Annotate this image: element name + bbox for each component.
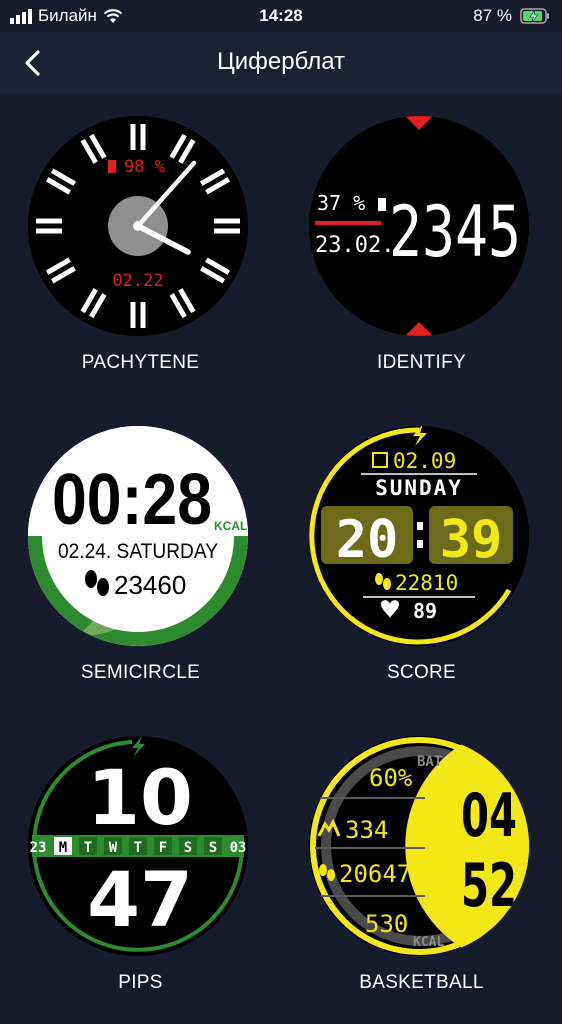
kcal-label: KCAL bbox=[214, 519, 247, 533]
hour-marker bbox=[130, 302, 136, 328]
watch-face-preview: BAT 60% 334 20647 530 KCAL 04 52 bbox=[309, 736, 529, 956]
watch-face-name: SEMICIRCLE bbox=[80, 662, 201, 683]
watch-face-name: IDENTIFY bbox=[377, 352, 466, 373]
weekday-label: 23 bbox=[30, 840, 47, 856]
weekday-label: W bbox=[109, 840, 118, 856]
page-title: Циферблат bbox=[216, 48, 346, 75]
weekday-label: S bbox=[209, 840, 217, 856]
navigation-bar: Циферблат bbox=[0, 32, 562, 94]
battery-level: 60% bbox=[369, 764, 413, 792]
hour-marker bbox=[140, 302, 146, 328]
weekday-label: M bbox=[59, 840, 67, 856]
minutes-digits: 39 bbox=[440, 510, 503, 570]
analog-dial: 98 % 02.22 bbox=[28, 116, 248, 336]
weekday-labels: 23 M T W T F S S 03 bbox=[30, 837, 247, 856]
watch-face-card-semicircle[interactable]: 00:28 KCAL 02.24. SATURDAY 23460 SEMICIR… bbox=[0, 404, 281, 714]
watch-face-preview: 37 % 23.02. 2345 bbox=[309, 116, 529, 336]
date-text: 02.09 bbox=[393, 449, 456, 473]
minutes-digits: 52 bbox=[461, 851, 517, 921]
weekday-label: S bbox=[184, 840, 192, 856]
battery-percent: 87 % bbox=[473, 6, 512, 25]
watch-face-name: PACHYTENE bbox=[81, 352, 200, 373]
hour-marker bbox=[214, 218, 240, 224]
watch-face-card-identify[interactable]: 37 % 23.02. 2345 IDENTIFY bbox=[281, 94, 562, 404]
steps-count: 20647 bbox=[339, 860, 411, 888]
status-bar: Билайн 14:28 87 % bbox=[0, 0, 562, 32]
steps-count: 22810 bbox=[395, 571, 458, 595]
battery-icon bbox=[108, 160, 116, 173]
floors-count: 334 bbox=[345, 816, 388, 844]
watch-face-card-pips[interactable]: 10 23 M T W T F S S 03 47 PIPS bbox=[0, 714, 281, 1024]
battery-level: 37 % bbox=[317, 191, 365, 215]
weekday-label: F bbox=[159, 840, 167, 856]
watch-face-name: PIPS bbox=[118, 972, 163, 993]
heart-rate: 89 bbox=[413, 599, 437, 623]
time-digits: 00:28 bbox=[52, 460, 212, 540]
day-of-week: SUNDAY bbox=[375, 476, 463, 500]
watch-face-card-basketball[interactable]: BAT 60% 334 20647 530 KCAL 04 52 BASKETB… bbox=[281, 714, 562, 1024]
hour-marker bbox=[36, 218, 62, 224]
hour-marker bbox=[140, 124, 146, 150]
hour-marker bbox=[130, 124, 136, 150]
battery-icon bbox=[378, 198, 386, 211]
kcal-label: KCAL bbox=[413, 935, 444, 950]
date-text: 02.24. SATURDAY bbox=[58, 540, 218, 563]
watch-face-preview: 98 % 02.22 bbox=[28, 116, 248, 336]
watch-face-name: SCORE bbox=[386, 662, 457, 683]
time-digits: 2345 bbox=[389, 191, 521, 273]
date-text: 02.22 bbox=[112, 271, 163, 291]
watch-face-name: BASKETBALL bbox=[359, 972, 484, 993]
hours-digits: 20 bbox=[336, 510, 399, 570]
weekday-label: T bbox=[84, 840, 92, 856]
watch-face-card-score[interactable]: 02.09 SUNDAY 20 39 22810 89 SCORE bbox=[281, 404, 562, 714]
hour-marker bbox=[214, 228, 240, 234]
watch-face-preview: 00:28 KCAL 02.24. SATURDAY 23460 bbox=[28, 426, 248, 646]
hours-digits: 04 bbox=[461, 781, 517, 851]
battery-bar bbox=[315, 221, 381, 225]
battery-charging-icon bbox=[520, 8, 549, 24]
watch-face-card-pachytene[interactable]: 98 % 02.22 PACHYTENE bbox=[0, 94, 281, 404]
hour-marker bbox=[36, 228, 62, 234]
weekday-label: 03 bbox=[230, 840, 247, 856]
watch-face-preview: 02.09 SUNDAY 20 39 22810 89 bbox=[309, 426, 529, 646]
battery-label: BAT bbox=[417, 754, 442, 770]
date-text: 23.02. bbox=[315, 233, 394, 258]
steps-count: 23460 bbox=[114, 570, 186, 600]
kcal-value: 530 bbox=[365, 910, 408, 938]
hours-digits: 10 bbox=[87, 753, 193, 842]
watch-face-preview: 10 23 M T W T F S S 03 47 bbox=[28, 736, 248, 956]
weekday-label: T bbox=[134, 840, 142, 856]
minutes-digits: 47 bbox=[87, 855, 193, 944]
battery-level: 98 % bbox=[124, 157, 165, 177]
